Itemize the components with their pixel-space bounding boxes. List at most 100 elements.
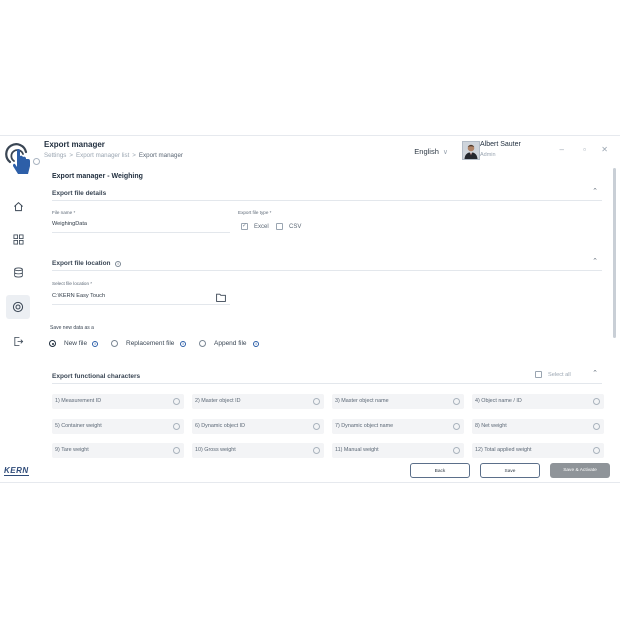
functional-character-label: 5) Container weight (55, 422, 102, 429)
functional-character-label: 1) Measurement ID (55, 398, 102, 404)
radio-replacement-file-label: Replacement file (126, 340, 175, 347)
sidebar-item-logout[interactable] (6, 329, 30, 353)
radio-append-file-label: Append file (214, 340, 247, 347)
file-name-label: File name * (52, 210, 76, 215)
breadcrumb-current: Export manager (138, 152, 183, 159)
user-photo-icon (463, 142, 479, 159)
chevron-up-icon[interactable]: ⌃ (592, 187, 598, 195)
file-location-input[interactable]: C:\KERN Easy Touch (52, 293, 105, 299)
functional-character-radio[interactable] (173, 398, 180, 405)
save-activate-button[interactable]: Save & Activate (550, 463, 610, 478)
functional-character-radio[interactable] (313, 422, 320, 430)
app-window: KERN Export manager Settings > Export mana… (0, 135, 620, 483)
radio-replacement-file[interactable] (111, 340, 118, 347)
functional-character-item[interactable]: 3) Master object name (332, 394, 464, 409)
close-icon[interactable]: ✕ (601, 145, 608, 154)
functional-character-item[interactable]: 7) Dynamic object name (332, 418, 464, 434)
functional-character-item[interactable]: 8) Net weight (472, 418, 604, 434)
database-icon (13, 267, 23, 277)
settings-icon (12, 301, 24, 313)
select-all-label: Select all (548, 372, 571, 378)
functional-character-item[interactable]: 6) Dynamic object ID (192, 418, 324, 434)
chevron-up-icon[interactable]: ⌃ (592, 257, 598, 265)
functional-character-label: 2) Master object ID (195, 398, 241, 404)
functional-character-radio[interactable] (173, 447, 180, 454)
radio-new-file-label: New file (64, 340, 88, 347)
functional-character-label: 10) Gross weight (195, 447, 236, 453)
info-icon[interactable]: i (115, 261, 121, 267)
breadcrumb-settings[interactable]: Settings (44, 152, 66, 159)
select-all-checkbox[interactable] (535, 371, 542, 378)
functional-character-radio[interactable] (453, 447, 460, 454)
scrollbar[interactable] (613, 168, 616, 338)
functional-character-item[interactable]: 4) Object name / ID (472, 394, 604, 409)
functional-character-radio[interactable] (593, 398, 600, 405)
functional-character-label: 8) Net weight (475, 422, 507, 429)
sidebar-collapse-button[interactable] (33, 158, 40, 165)
header: Export manager Settings > Export manager l… (44, 139, 612, 165)
functional-character-item[interactable]: 1) Measurement ID (52, 394, 184, 409)
sidebar-item-settings[interactable] (6, 295, 30, 319)
file-name-underline (52, 232, 230, 233)
breadcrumb-export-manager-list[interactable]: Export manager list (76, 152, 129, 159)
main-content: Export manager - Weighing Export file de… (44, 167, 610, 482)
radio-append-file[interactable] (199, 340, 206, 347)
sidebar-item-home[interactable] (6, 194, 30, 218)
excel-checkbox[interactable]: ✓ (241, 223, 248, 230)
divider (52, 383, 602, 384)
user-name: Albert Sauter (480, 141, 521, 148)
functional-character-radio[interactable] (313, 398, 320, 405)
folder-icon[interactable] (216, 289, 226, 307)
functional-character-radio[interactable] (593, 447, 600, 454)
save-button[interactable]: Save (480, 463, 540, 478)
functional-character-item[interactable]: 9) Tare weight (52, 443, 184, 458)
divider (52, 270, 602, 271)
functional-character-label: 11) Manual weight (335, 447, 379, 453)
divider (52, 200, 602, 201)
functional-character-item[interactable]: 12) Total applied weight (472, 443, 604, 458)
language-label: English (414, 147, 439, 156)
save-mode-label: Save new data as a (50, 325, 94, 331)
info-icon[interactable]: i (253, 341, 259, 347)
language-selector[interactable]: English ∨ (414, 147, 448, 156)
functional-character-radio[interactable] (313, 447, 320, 454)
sidebar-item-database[interactable] (6, 260, 30, 284)
touch-logo-icon (4, 142, 34, 176)
functional-character-item[interactable]: 11) Manual weight (332, 443, 464, 458)
info-icon[interactable]: i (92, 341, 98, 347)
functional-character-radio[interactable] (453, 422, 460, 430)
functional-character-radio[interactable] (173, 422, 180, 430)
chevron-right-icon: > (132, 152, 136, 159)
info-icon[interactable]: i (180, 341, 186, 347)
functional-character-label: 7) Dynamic object name (335, 422, 394, 429)
window-title: Export manager (44, 140, 105, 149)
functional-character-item[interactable]: 2) Master object ID (192, 394, 324, 409)
functional-character-label: 9) Tare weight (55, 447, 89, 453)
chevron-right-icon: > (69, 152, 73, 159)
functional-character-label: 12) Total applied weight (475, 447, 532, 453)
functional-character-label: 6) Dynamic object ID (195, 422, 246, 429)
radio-new-file[interactable] (49, 340, 56, 347)
excel-label: Excel (254, 224, 269, 230)
functional-character-label: 4) Object name / ID (475, 398, 522, 404)
section-title-file-location-text: Export file location (52, 260, 111, 267)
sidebar-item-dashboard[interactable] (6, 227, 30, 251)
section-title-file-details: Export file details (52, 190, 107, 197)
avatar[interactable] (462, 141, 480, 160)
file-location-underline (52, 304, 230, 305)
functional-character-radio[interactable] (593, 422, 600, 430)
file-location-label: Select file location * (52, 281, 93, 286)
maximize-icon[interactable]: ▫ (583, 145, 586, 154)
csv-checkbox[interactable] (276, 223, 283, 230)
sidebar: KERN (0, 136, 40, 482)
file-name-input[interactable]: WeighingData (52, 221, 87, 227)
logout-icon (13, 336, 23, 346)
kern-brand-logo: KERN (4, 466, 29, 476)
functional-character-item[interactable]: 5) Container weight (52, 418, 184, 434)
section-title-file-location: Export file location (52, 260, 111, 267)
chevron-up-icon[interactable]: ⌃ (592, 369, 598, 377)
functional-character-item[interactable]: 10) Gross weight (192, 443, 324, 458)
functional-character-radio[interactable] (453, 398, 460, 405)
back-button[interactable]: Back (410, 463, 470, 478)
minimize-icon[interactable]: – (560, 145, 564, 154)
